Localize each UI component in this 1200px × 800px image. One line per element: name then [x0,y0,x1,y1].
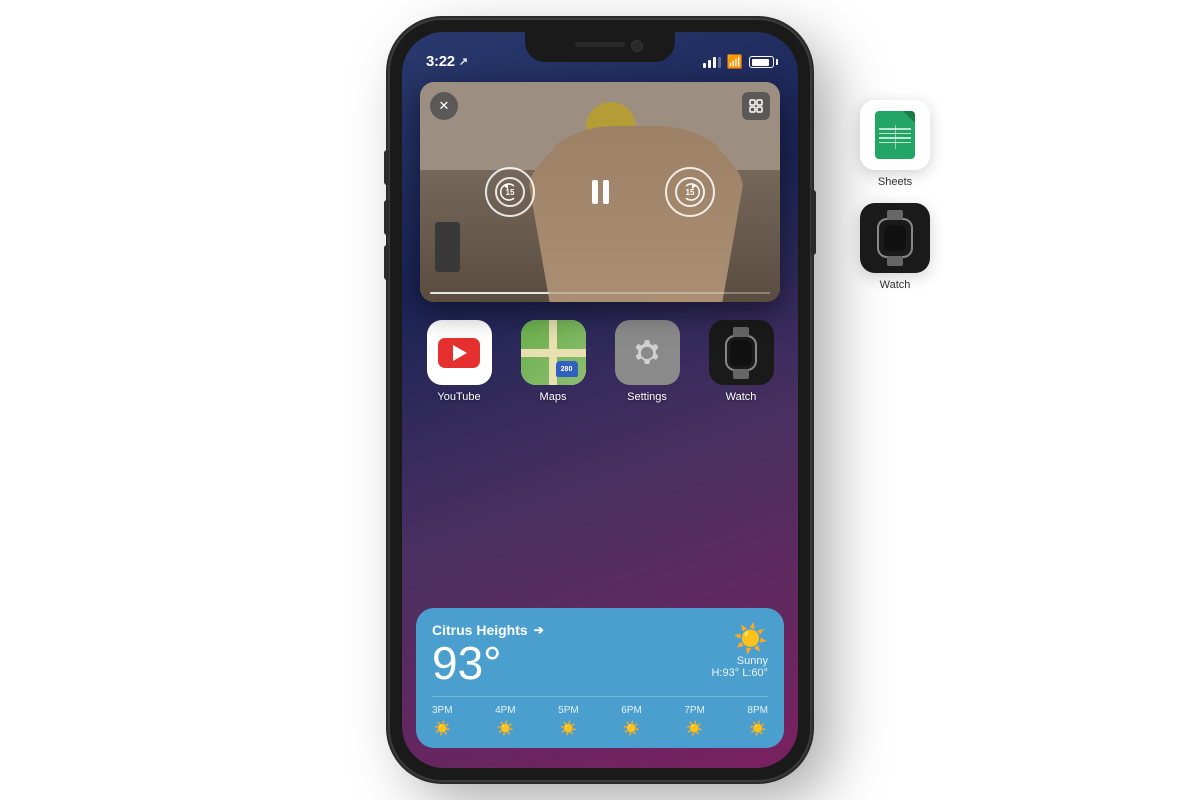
scene: 3:22 ↗ 📶 [0,0,1200,800]
pip-expand-button[interactable] [742,92,770,120]
weather-right: ☀️ Sunny H:93° L:60° [711,622,768,679]
signal-bars-icon [703,56,721,68]
app-item-settings[interactable]: Settings [600,312,694,411]
battery-icon [749,56,774,68]
wifi-icon: 📶 [727,54,743,70]
maps-label: Maps [540,391,567,403]
weather-widget[interactable]: Citrus Heights ➔ 93° ☀️ Sunny H:93° L:60… [416,608,784,748]
notch [525,32,675,62]
youtube-logo [438,338,480,368]
notch-speaker [575,42,625,47]
weather-hour-4: 6PM ☀️ [621,705,642,737]
watch-side-label: Watch [880,279,911,291]
weather-time-5: 7PM [684,705,705,716]
weather-icon-2: ☀️ [497,720,514,737]
clock-label: 3:22 [426,53,455,70]
weather-hour-5: 7PM ☀️ [684,705,705,737]
weather-hour-3: 5PM ☀️ [558,705,579,737]
youtube-label: YouTube [437,391,480,403]
location-arrow-icon: ↗ [459,55,468,68]
weather-hourly: 3PM ☀️ 4PM ☀️ 5PM ☀️ 6PM [432,696,768,737]
weather-icon-5: ☀️ [686,720,703,737]
svg-text:15: 15 [506,188,515,197]
watch-app-icon[interactable] [709,320,774,385]
sheets-label: Sheets [878,176,912,188]
app-grid: YouTube 280 Maps [402,312,798,411]
weather-city: Citrus Heights ➔ [432,622,544,638]
watch-side-body [877,218,913,258]
status-icons: 📶 [703,54,774,70]
settings-gear-icon [628,334,666,372]
pip-video: ✕ [420,82,780,302]
notch-camera [631,40,643,52]
weather-top: Citrus Heights ➔ 93° ☀️ Sunny H:93° L:60… [432,622,768,686]
weather-hour-1: 3PM ☀️ [432,705,453,737]
maps-app-icon[interactable]: 280 [521,320,586,385]
watch-body [725,335,757,371]
weather-icon-1: ☀️ [434,720,451,737]
pause-button[interactable] [575,167,625,217]
weather-sun-icon: ☀️ [711,622,768,655]
weather-time-2: 4PM [495,705,516,716]
weather-temperature: 93° [432,640,544,686]
weather-location-icon: ➔ [534,623,544,637]
pip-controls: ✕ [420,82,780,302]
skip-back-icon: 15 [494,176,526,208]
weather-left: Citrus Heights ➔ 93° [432,622,544,686]
pip-close-button[interactable]: ✕ [430,92,458,120]
watch-side-app-icon[interactable] [860,203,930,273]
expand-icon [749,99,763,113]
sheets-app-icon[interactable] [860,100,930,170]
skip-back-button[interactable]: 15 [485,167,535,217]
svg-text:15: 15 [686,188,695,197]
app-item-watch[interactable]: Watch [694,312,788,411]
pip-video-container[interactable]: ✕ [420,82,780,302]
weather-time-1: 3PM [432,705,453,716]
weather-hour-2: 4PM ☀️ [495,705,516,737]
youtube-app-icon[interactable] [427,320,492,385]
weather-hour-6: 8PM ☀️ [747,705,768,737]
floating-app-sheets[interactable]: Sheets [860,100,930,188]
battery-fill [752,59,769,66]
pip-progress-fill [430,292,549,294]
skip-forward-icon: 15 [674,176,706,208]
settings-app-icon[interactable] [615,320,680,385]
app-item-youtube[interactable]: YouTube [412,312,506,411]
weather-condition: Sunny H:93° L:60° [711,655,768,679]
weather-time-3: 5PM [558,705,579,716]
weather-icon-6: ☀️ [749,720,766,737]
weather-icon-3: ☀️ [560,720,577,737]
iphone-device: 3:22 ↗ 📶 [390,20,810,780]
weather-time-4: 6PM [621,705,642,716]
floating-app-watch[interactable]: Watch [860,203,930,291]
floating-apps-right: Sheets Watch [860,100,930,291]
phone-wrapper: 3:22 ↗ 📶 [390,20,810,780]
pip-progress-bar[interactable] [430,292,770,294]
weather-time-6: 8PM [747,705,768,716]
settings-label: Settings [627,391,667,403]
watch-label: Watch [726,391,757,403]
skip-forward-button[interactable]: 15 [665,167,715,217]
weather-icon-4: ☀️ [623,720,640,737]
app-item-maps[interactable]: 280 Maps [506,312,600,411]
iphone-screen: 3:22 ↗ 📶 [402,32,798,768]
